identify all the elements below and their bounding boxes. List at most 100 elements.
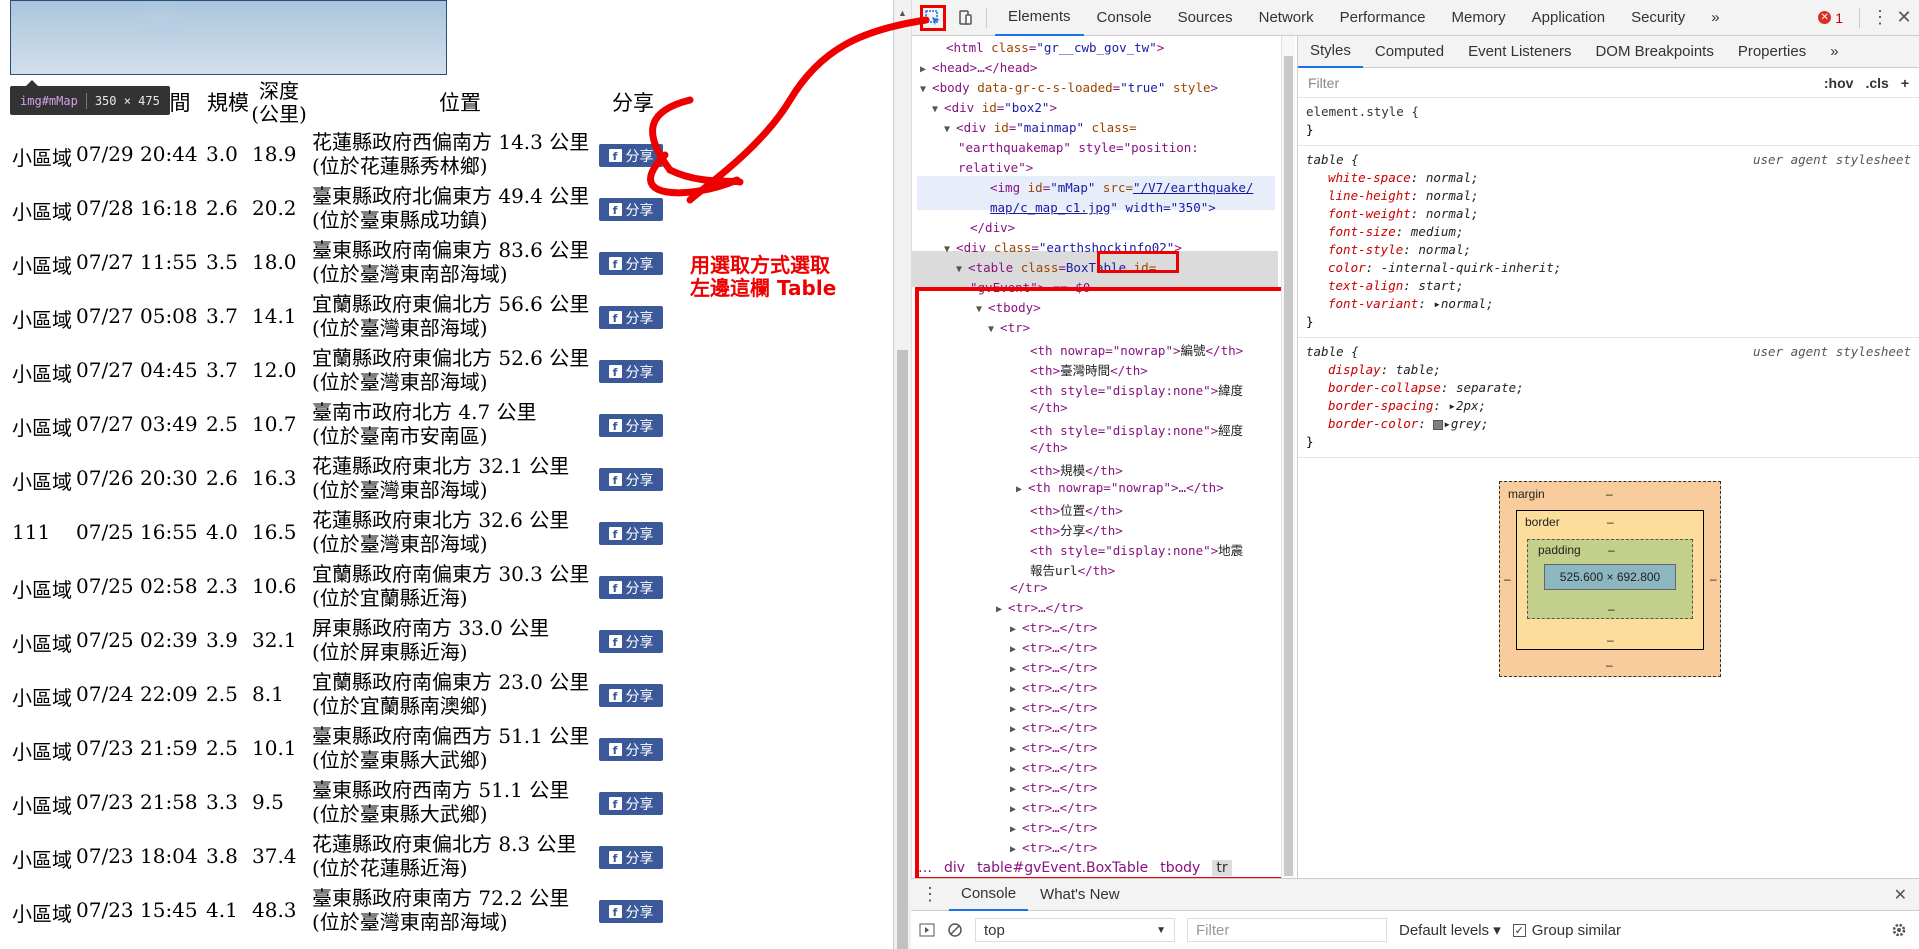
- styles-tab-1[interactable]: Computed: [1363, 36, 1456, 68]
- cell-time: 07/29 20:44: [76, 142, 198, 166]
- facebook-share-button[interactable]: f 分享: [599, 684, 663, 707]
- tab-console[interactable]: Console: [1084, 0, 1165, 36]
- device-toolbar-button[interactable]: [952, 5, 978, 31]
- collapse-triangle-icon[interactable]: ▼: [956, 264, 968, 275]
- facebook-share-button[interactable]: f 分享: [599, 738, 663, 761]
- css-property[interactable]: font-variant: ▸normal;: [1306, 295, 1911, 313]
- tree-scrollbar-thumb[interactable]: [1284, 56, 1293, 876]
- facebook-share-button[interactable]: f 分享: [599, 468, 663, 491]
- devtools-menu-button[interactable]: ⋮: [1868, 7, 1892, 28]
- styles-tab-0[interactable]: Styles: [1298, 36, 1363, 68]
- cls-button[interactable]: .cls: [1865, 75, 1888, 91]
- gear-icon[interactable]: [1891, 922, 1907, 938]
- facebook-share-button[interactable]: f 分享: [599, 306, 663, 329]
- drawer-close-icon[interactable]: ✕: [1894, 885, 1919, 905]
- facebook-share-button[interactable]: f 分享: [599, 198, 663, 221]
- css-property[interactable]: font-weight: normal;: [1306, 205, 1911, 223]
- css-property[interactable]: border-spacing: ▸2px;: [1306, 397, 1911, 415]
- facebook-share-button[interactable]: f 分享: [599, 900, 663, 923]
- css-property[interactable]: border-collapse: separate;: [1306, 379, 1911, 397]
- css-property[interactable]: line-height: normal;: [1306, 187, 1911, 205]
- css-property[interactable]: font-style: normal;: [1306, 241, 1911, 259]
- css-property[interactable]: display: table;: [1306, 361, 1911, 379]
- color-swatch-icon[interactable]: [1433, 419, 1444, 430]
- tree-node[interactable]: ▼ <body data-gr-c-s-loaded="true" style>: [920, 80, 1218, 95]
- tab-security[interactable]: Security: [1618, 0, 1698, 36]
- cell-depth: 10.7: [252, 412, 297, 436]
- tab-application[interactable]: Application: [1519, 0, 1618, 36]
- src-link[interactable]: "/V7/earthquake/: [1133, 180, 1253, 195]
- prop-name: border-color: [1328, 416, 1419, 431]
- prop-value: separate;: [1455, 380, 1524, 395]
- levels-dropdown[interactable]: Default levels ▾: [1399, 921, 1501, 939]
- error-badge[interactable]: ✕ 1: [1818, 10, 1851, 26]
- drawer-tab-console[interactable]: Console: [949, 879, 1029, 911]
- tree-node[interactable]: <img id="mMap" src="/V7/earthquake/: [990, 180, 1253, 195]
- console-filter-input[interactable]: Filter: [1187, 918, 1387, 942]
- collapse-triangle-icon[interactable]: ▼: [944, 244, 956, 255]
- facebook-share-button[interactable]: f 分享: [599, 144, 663, 167]
- tree-node[interactable]: <html class="gr__cwb_gov_tw">: [946, 40, 1164, 55]
- tab-elements[interactable]: Elements: [995, 0, 1084, 36]
- drawer-tab-whats-new[interactable]: What's New: [1028, 879, 1132, 911]
- checkbox-icon[interactable]: ✓: [1512, 923, 1526, 937]
- drawer-menu-icon[interactable]: ⋮: [911, 884, 949, 905]
- page-scrollbar[interactable]: ▲: [894, 0, 912, 949]
- tree-node[interactable]: ▶ <head>…</head>: [920, 60, 1037, 75]
- css-property[interactable]: border-color: ▸grey;: [1306, 415, 1911, 433]
- share-label: 分享: [625, 688, 654, 705]
- tree-node[interactable]: ▼ <div id="mainmap" class=: [944, 120, 1137, 135]
- collapse-triangle-icon[interactable]: ▼: [944, 124, 956, 135]
- share-label: 分享: [625, 526, 654, 543]
- scroll-up-icon[interactable]: ▲: [898, 8, 907, 18]
- group-similar-toggle[interactable]: ✓ Group similar: [1512, 922, 1621, 939]
- facebook-share-button[interactable]: f 分享: [599, 360, 663, 383]
- clear-console-icon[interactable]: [947, 922, 963, 938]
- more-tabs-button[interactable]: »: [1698, 0, 1732, 36]
- css-property[interactable]: text-align: start;: [1306, 277, 1911, 295]
- hov-button[interactable]: :hov: [1824, 75, 1854, 91]
- css-property[interactable]: white-space: normal;: [1306, 169, 1911, 187]
- facebook-share-button[interactable]: f 分享: [599, 414, 663, 437]
- css-property[interactable]: color: -internal-quirk-inherit;: [1306, 259, 1911, 277]
- crumb-4[interactable]: tr: [1212, 860, 1232, 876]
- crumb-0[interactable]: …: [918, 860, 932, 876]
- tree-node[interactable]: map/c_map_c1.jpg" width="350">: [990, 200, 1216, 215]
- styles-tab-2[interactable]: Event Listeners: [1456, 36, 1583, 68]
- tab-memory[interactable]: Memory: [1439, 0, 1519, 36]
- tab-network[interactable]: Network: [1246, 0, 1327, 36]
- attr-name-2: class=: [1084, 120, 1137, 135]
- tree-node[interactable]: "earthquakemap" style="position:: [958, 140, 1199, 155]
- facebook-share-button[interactable]: f 分享: [599, 792, 663, 815]
- tree-node[interactable]: </div>: [970, 220, 1015, 235]
- css-property[interactable]: font-size: medium;: [1306, 223, 1911, 241]
- collapse-triangle-icon[interactable]: ▼: [932, 104, 944, 115]
- styles-tab-4[interactable]: Properties: [1726, 36, 1818, 68]
- tree-node[interactable]: ▼ <div id="box2">: [932, 100, 1057, 115]
- cell-time: 07/25 02:39: [76, 628, 198, 652]
- styles-tab-5[interactable]: »: [1818, 36, 1850, 68]
- inspect-element-button[interactable]: [920, 4, 946, 31]
- src-link[interactable]: map/c_map_c1.jpg: [990, 200, 1110, 215]
- new-rule-button[interactable]: +: [1901, 75, 1909, 91]
- facebook-share-button[interactable]: f 分享: [599, 252, 663, 275]
- crumb-2[interactable]: table#gvEvent.BoxTable: [977, 860, 1148, 876]
- tree-scrollbar[interactable]: [1281, 36, 1295, 878]
- devtools-close-button[interactable]: ✕: [1892, 7, 1916, 28]
- crumb-1[interactable]: div: [944, 860, 965, 876]
- facebook-share-button[interactable]: f 分享: [599, 522, 663, 545]
- facebook-share-button[interactable]: f 分享: [599, 846, 663, 869]
- collapse-triangle-icon[interactable]: ▼: [920, 84, 932, 95]
- crumb-3[interactable]: tbody: [1160, 860, 1200, 876]
- context-select[interactable]: top ▼: [975, 918, 1175, 942]
- styles-filter-input[interactable]: Filter: [1308, 75, 1339, 91]
- styles-tab-3[interactable]: DOM Breakpoints: [1583, 36, 1725, 68]
- tree-node[interactable]: relative">: [958, 160, 1033, 175]
- scrollbar-thumb[interactable]: [897, 350, 908, 949]
- sidebar-toggle-icon[interactable]: [919, 922, 935, 938]
- expand-triangle-icon[interactable]: ▶: [920, 64, 932, 75]
- tab-performance[interactable]: Performance: [1327, 0, 1439, 36]
- facebook-share-button[interactable]: f 分享: [599, 630, 663, 653]
- tab-sources[interactable]: Sources: [1165, 0, 1246, 36]
- facebook-share-button[interactable]: f 分享: [599, 576, 663, 599]
